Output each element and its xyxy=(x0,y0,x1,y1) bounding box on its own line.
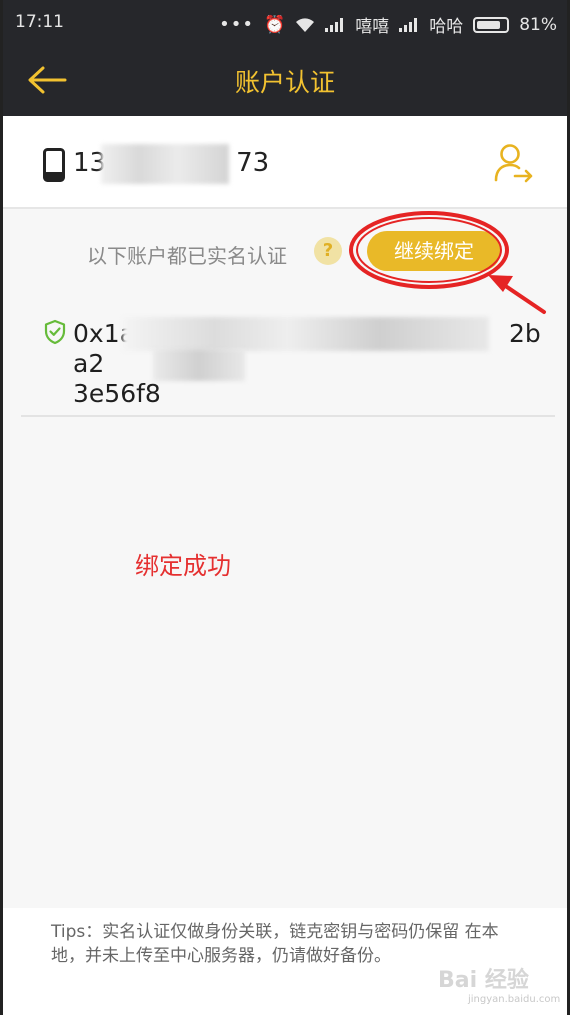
alarm-icon: ⏰ xyxy=(264,14,286,35)
wifi-icon xyxy=(296,17,315,32)
watermark-url: jingyan.baidu.com xyxy=(468,994,561,1005)
success-annotation: 绑定成功 xyxy=(135,552,231,580)
battery-fill xyxy=(477,20,500,29)
phone-suffix: 73 xyxy=(236,148,270,178)
more-dots-icon: ••• xyxy=(219,14,255,35)
smartphone-icon xyxy=(43,148,65,182)
blurred-phone-digits xyxy=(101,144,229,184)
continue-binding-button[interactable]: 继续绑定 xyxy=(367,231,501,271)
verified-label: 以下账户都已实名认证 xyxy=(87,244,287,268)
user-switch-icon[interactable] xyxy=(493,142,535,184)
address-line2: 3e56f8 xyxy=(73,379,161,408)
carrier-1: 嘻嘻 xyxy=(355,17,390,37)
status-icons: ••• ⏰ 嘻嘻 哈哈 81% xyxy=(219,12,557,37)
divider xyxy=(21,415,555,417)
blurred-address-2 xyxy=(153,349,245,381)
status-bar: 17:11 ••• ⏰ 嘻嘻 哈哈 81% xyxy=(3,0,567,44)
battery-percent: 81% xyxy=(519,14,557,35)
blurred-address-1 xyxy=(123,317,489,351)
status-time: 17:11 xyxy=(15,12,64,32)
signal-icon-2 xyxy=(399,17,419,32)
nav-bar: 账户认证 xyxy=(3,44,567,116)
account-phone-row: 13 73 xyxy=(3,116,567,209)
help-icon[interactable]: ? xyxy=(314,237,342,265)
shield-check-icon xyxy=(44,319,66,345)
carrier-2: 哈哈 xyxy=(429,17,464,37)
battery-icon xyxy=(473,16,510,33)
signal-icon-1 xyxy=(325,17,345,32)
app-screen: 17:11 ••• ⏰ 嘻嘻 哈哈 81% 账户认证 13 73 以下账户都已实… xyxy=(0,0,570,1015)
page-title: 账户认证 xyxy=(234,68,335,97)
watermark-logo: Bai 经验 xyxy=(438,968,529,993)
